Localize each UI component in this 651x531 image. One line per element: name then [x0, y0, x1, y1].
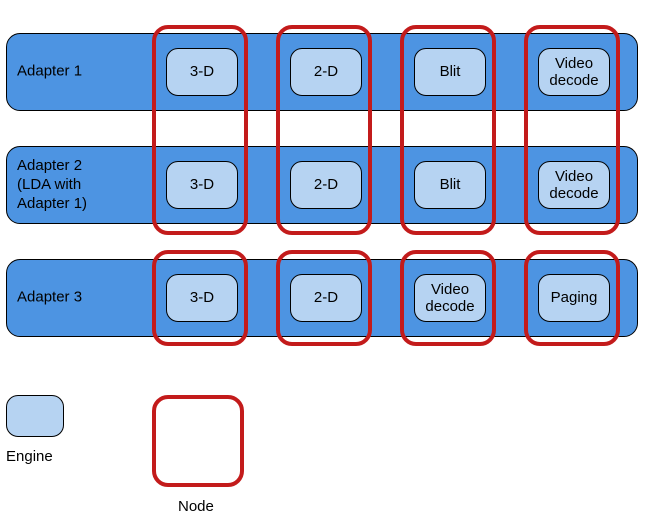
- legend-engine-swatch: [6, 395, 64, 437]
- legend-engine-label: Engine: [6, 448, 53, 465]
- node-box-col4-rows12: [524, 25, 620, 235]
- legend-node-label: Node: [178, 498, 214, 515]
- adapter-2-label: Adapter 2(LDA withAdapter 1): [17, 157, 87, 213]
- node-box-col2-row3: [276, 250, 372, 346]
- node-box-col2-rows12: [276, 25, 372, 235]
- adapter-3-label: Adapter 3: [17, 289, 82, 308]
- node-box-col3-rows12: [400, 25, 496, 235]
- node-box-col3-row3: [400, 250, 496, 346]
- diagram-canvas: Adapter 1 3-D 2-D Blit Videodecode Adapt…: [0, 0, 651, 531]
- adapter-1-label: Adapter 1: [17, 63, 82, 82]
- node-box-col1-rows12: [152, 25, 248, 235]
- legend-node-swatch: [152, 395, 244, 487]
- node-box-col1-row3: [152, 250, 248, 346]
- node-box-col4-row3: [524, 250, 620, 346]
